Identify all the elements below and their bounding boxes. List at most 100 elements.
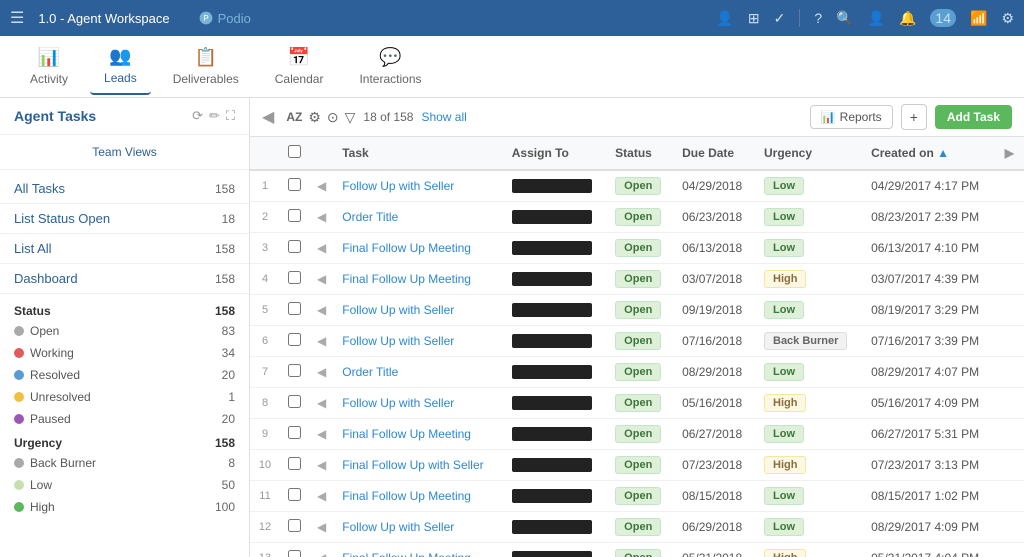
- tab-interactions[interactable]: 💬 Interactions: [345, 39, 435, 94]
- task-link[interactable]: Follow Up with Seller: [342, 334, 454, 348]
- plus-button[interactable]: +: [901, 104, 927, 130]
- row-select[interactable]: [288, 457, 301, 470]
- row-select[interactable]: [288, 209, 301, 222]
- row-nav[interactable]: ◀: [309, 419, 334, 450]
- sidebar-item-dashboard[interactable]: Dashboard 158: [0, 264, 249, 294]
- row-task[interactable]: Follow Up with Seller: [334, 388, 504, 419]
- user-icon[interactable]: 👤: [868, 10, 885, 27]
- row-nav[interactable]: ◀: [309, 481, 334, 512]
- row-task[interactable]: Order Title: [334, 202, 504, 233]
- row-select[interactable]: [288, 488, 301, 501]
- task-link[interactable]: Final Follow Up Meeting: [342, 241, 471, 255]
- wifi-icon[interactable]: 📶: [970, 10, 987, 27]
- row-task[interactable]: Follow Up with Seller: [334, 170, 504, 202]
- tab-deliverables[interactable]: 📋 Deliverables: [159, 39, 253, 94]
- collapse-icon[interactable]: ◀: [262, 107, 274, 127]
- search-icon[interactable]: 🔍: [836, 10, 853, 27]
- task-link[interactable]: Final Follow Up Meeting: [342, 272, 471, 286]
- tab-calendar[interactable]: 📅 Calendar: [261, 39, 338, 94]
- row-checkbox[interactable]: [280, 202, 309, 233]
- task-link[interactable]: Follow Up with Seller: [342, 179, 454, 193]
- task-link[interactable]: Final Follow Up Meeting: [342, 489, 471, 503]
- task-link[interactable]: Order Title: [342, 365, 398, 379]
- col-task-header[interactable]: Task: [334, 137, 504, 170]
- row-nav[interactable]: ◀: [309, 233, 334, 264]
- next-col-icon[interactable]: ▶: [1005, 146, 1014, 160]
- row-nav[interactable]: ◀: [309, 388, 334, 419]
- row-checkbox[interactable]: [280, 233, 309, 264]
- sidebar-status-item[interactable]: Open83: [0, 320, 249, 342]
- col-duedate-header[interactable]: Due Date: [674, 137, 756, 170]
- sidebar-item-list-all[interactable]: List All 158: [0, 234, 249, 264]
- row-select[interactable]: [288, 271, 301, 284]
- row-select[interactable]: [288, 364, 301, 377]
- task-link[interactable]: Follow Up with Seller: [342, 396, 454, 410]
- row-task[interactable]: Final Follow Up Meeting: [334, 481, 504, 512]
- row-select[interactable]: [288, 178, 301, 191]
- row-task[interactable]: Follow Up with Seller: [334, 512, 504, 543]
- sidebar-urgency-item[interactable]: High100: [0, 496, 249, 518]
- row-task[interactable]: Final Follow Up Meeting: [334, 543, 504, 557]
- row-checkbox[interactable]: [280, 357, 309, 388]
- question-icon[interactable]: ?: [814, 10, 822, 26]
- sidebar-status-item[interactable]: Working34: [0, 342, 249, 364]
- row-nav[interactable]: ◀: [309, 264, 334, 295]
- sidebar-status-item[interactable]: Paused20: [0, 408, 249, 430]
- people-icon[interactable]: 👤: [716, 10, 733, 27]
- hamburger-icon[interactable]: ☰: [10, 8, 24, 28]
- check-icon[interactable]: ✓: [774, 10, 786, 27]
- row-checkbox[interactable]: [280, 419, 309, 450]
- tab-leads[interactable]: 👥 Leads: [90, 38, 151, 95]
- row-nav[interactable]: ◀: [309, 295, 334, 326]
- sidebar-item-all-tasks[interactable]: All Tasks 158: [0, 174, 249, 204]
- settings-gear-icon[interactable]: ⚙: [308, 109, 321, 126]
- row-select[interactable]: [288, 240, 301, 253]
- row-task[interactable]: Final Follow Up Meeting: [334, 233, 504, 264]
- row-task[interactable]: Final Follow Up Meeting: [334, 419, 504, 450]
- sidebar-expand-icon[interactable]: ⛶: [226, 108, 235, 124]
- task-link[interactable]: Follow Up with Seller: [342, 303, 454, 317]
- col-created-header[interactable]: Created on ▲: [863, 137, 997, 170]
- row-checkbox[interactable]: [280, 388, 309, 419]
- reports-button[interactable]: 📊 Reports: [810, 105, 893, 129]
- row-task[interactable]: Final Follow Up with Seller: [334, 450, 504, 481]
- row-select[interactable]: [288, 395, 301, 408]
- task-link[interactable]: Final Follow Up Meeting: [342, 551, 471, 557]
- row-nav[interactable]: ◀: [309, 543, 334, 557]
- row-nav[interactable]: ◀: [309, 357, 334, 388]
- row-checkbox[interactable]: [280, 543, 309, 557]
- row-select[interactable]: [288, 333, 301, 346]
- row-task[interactable]: Follow Up with Seller: [334, 295, 504, 326]
- row-nav[interactable]: ◀: [309, 202, 334, 233]
- add-task-button[interactable]: Add Task: [935, 105, 1012, 129]
- row-select[interactable]: [288, 519, 301, 532]
- select-all-checkbox[interactable]: [288, 145, 301, 158]
- row-select[interactable]: [288, 550, 301, 557]
- row-select[interactable]: [288, 302, 301, 315]
- row-nav[interactable]: ◀: [309, 326, 334, 357]
- bell-icon[interactable]: 🔔: [899, 10, 916, 27]
- sidebar-urgency-item[interactable]: Back Burner8: [0, 452, 249, 474]
- sidebar-urgency-item[interactable]: Low50: [0, 474, 249, 496]
- row-select[interactable]: [288, 426, 301, 439]
- sidebar-status-item[interactable]: Unresolved1: [0, 386, 249, 408]
- task-link[interactable]: Order Title: [342, 210, 398, 224]
- row-checkbox[interactable]: [280, 264, 309, 295]
- row-nav[interactable]: ◀: [309, 170, 334, 202]
- settings-icon[interactable]: ⚙: [1001, 10, 1014, 27]
- show-all-link[interactable]: Show all: [421, 110, 466, 124]
- grid-icon[interactable]: ⊞: [748, 10, 760, 27]
- row-checkbox[interactable]: [280, 512, 309, 543]
- task-link[interactable]: Final Follow Up with Seller: [342, 458, 483, 472]
- filter-icon[interactable]: ⊙: [327, 109, 339, 126]
- task-link[interactable]: Follow Up with Seller: [342, 520, 454, 534]
- sidebar-filter-icon[interactable]: ⟳: [192, 108, 203, 124]
- filter2-icon[interactable]: ▽: [345, 109, 356, 126]
- row-checkbox[interactable]: [280, 481, 309, 512]
- tab-activity[interactable]: 📊 Activity: [16, 39, 82, 94]
- row-checkbox[interactable]: [280, 170, 309, 202]
- row-checkbox[interactable]: [280, 450, 309, 481]
- row-nav[interactable]: ◀: [309, 450, 334, 481]
- row-checkbox[interactable]: [280, 326, 309, 357]
- row-checkbox[interactable]: [280, 295, 309, 326]
